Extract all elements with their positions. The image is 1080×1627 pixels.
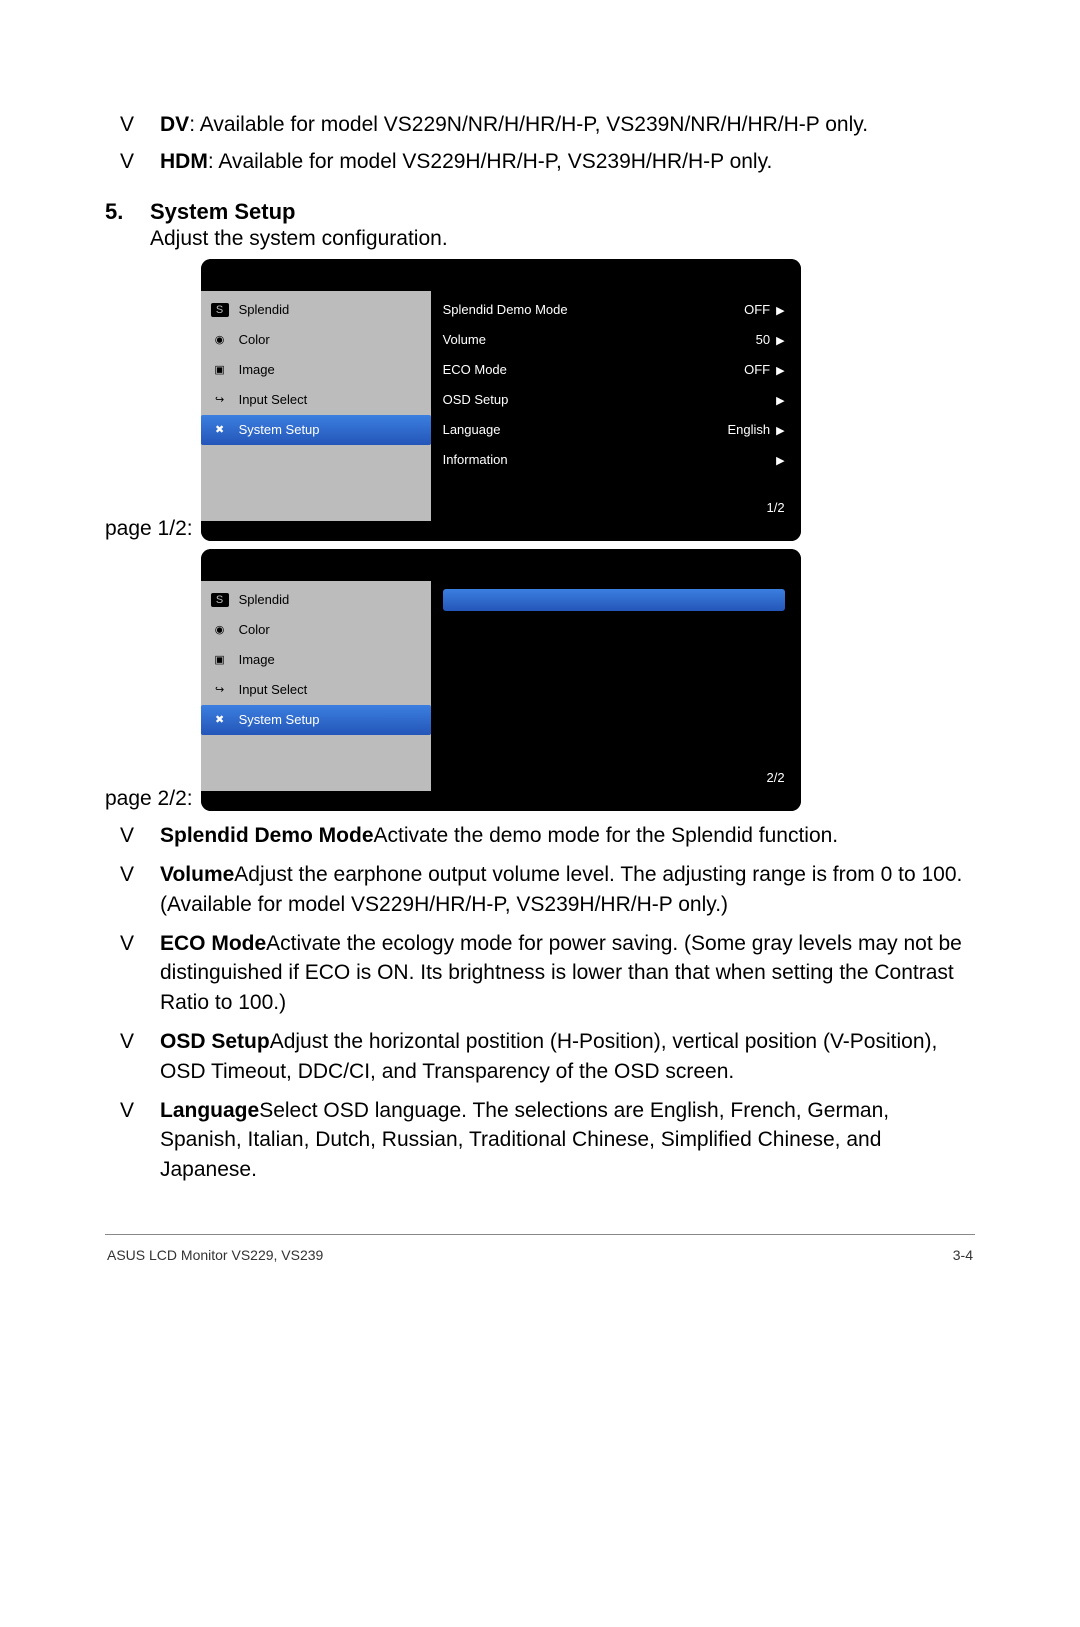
body-bullet: VVolumeAdjust the earphone output volume… xyxy=(105,860,975,919)
bullet-text: DV: Available for model VS229N/NR/H/HR/H… xyxy=(160,110,975,139)
color-icon: ◉ xyxy=(211,623,229,637)
osd-screenshot-2: SSplendid ◉Color ▣Image ↪Input Select ✖S… xyxy=(201,549,801,811)
footer-rule xyxy=(105,1234,975,1235)
osd-left-menu: SSplendid ◉Color ▣Image ↪Input Select ✖S… xyxy=(201,291,431,521)
body-bullet: VOSD SetupAdjust the horizontal postitio… xyxy=(105,1027,975,1086)
osd-menu-item-selected: ✖System Setup xyxy=(201,415,431,445)
splendid-icon: S xyxy=(211,303,229,317)
page-label-2: page 2/2: xyxy=(105,787,193,811)
body-bullet: VSplendid Demo ModeActivate the demo mod… xyxy=(105,821,975,850)
image-icon: ▣ xyxy=(211,363,229,377)
osd-screenshot-1: SSplendid ◉Color ▣Image ↪Input Select ✖S… xyxy=(201,259,801,541)
osd-menu-item: SSplendid xyxy=(201,585,431,615)
osd-option: Splendid Demo ModeOFF▶ xyxy=(443,295,785,325)
footer-right: 3-4 xyxy=(953,1247,973,1263)
osd-left-menu: SSplendid ◉Color ▣Image ↪Input Select ✖S… xyxy=(201,581,431,791)
setup-icon: ✖ xyxy=(211,713,229,727)
osd-menu-item: ▣Image xyxy=(201,355,431,385)
splendid-icon: S xyxy=(211,593,229,607)
osd-menu-item: ↪Input Select xyxy=(201,385,431,415)
page-label-1: page 1/2: xyxy=(105,517,193,541)
footer-left: ASUS LCD Monitor VS229, VS239 xyxy=(107,1247,323,1263)
input-icon: ↪ xyxy=(211,683,229,697)
image-icon: ▣ xyxy=(211,653,229,667)
osd-menu-item: ◉Color xyxy=(201,615,431,645)
osd-menu-item: SSplendid xyxy=(201,295,431,325)
section-subtitle: Adjust the system configuration. xyxy=(150,227,975,251)
section-heading: 5.System Setup xyxy=(105,199,975,225)
color-icon: ◉ xyxy=(211,333,229,347)
osd-option: Volume50▶ xyxy=(443,325,785,355)
osd-right-panel: Splendid Demo ModeOFF▶ Volume50▶ ECO Mod… xyxy=(431,291,801,521)
osd-highlight-bar xyxy=(443,589,785,611)
bullet-text: HDM: Available for model VS229H/HR/H-P, … xyxy=(160,147,975,176)
bullet-marker: V xyxy=(105,147,160,176)
body-bullet: VLanguageSelect OSD language. The select… xyxy=(105,1096,975,1184)
osd-option: OSD Setup▶ xyxy=(443,385,785,415)
osd-menu-item-selected: ✖System Setup xyxy=(201,705,431,735)
osd-menu-item: ◉Color xyxy=(201,325,431,355)
setup-icon: ✖ xyxy=(211,423,229,437)
input-icon: ↪ xyxy=(211,393,229,407)
osd-option: Information▶ xyxy=(443,445,785,475)
osd-option: ECO ModeOFF▶ xyxy=(443,355,785,385)
osd-right-panel: 2/2 xyxy=(431,581,801,791)
bullet-marker: V xyxy=(105,110,160,139)
osd-menu-item: ▣Image xyxy=(201,645,431,675)
page-footer: ASUS LCD Monitor VS229, VS239 3-4 xyxy=(105,1247,975,1263)
osd-page-indicator: 2/2 xyxy=(767,770,785,785)
intro-bullet: V DV: Available for model VS229N/NR/H/HR… xyxy=(105,110,975,139)
body-bullet: VECO ModeActivate the ecology mode for p… xyxy=(105,929,975,1017)
osd-page-indicator: 1/2 xyxy=(767,500,785,515)
intro-bullet: V HDM: Available for model VS229H/HR/H-P… xyxy=(105,147,975,176)
osd-menu-item: ↪Input Select xyxy=(201,675,431,705)
osd-option: LanguageEnglish▶ xyxy=(443,415,785,445)
